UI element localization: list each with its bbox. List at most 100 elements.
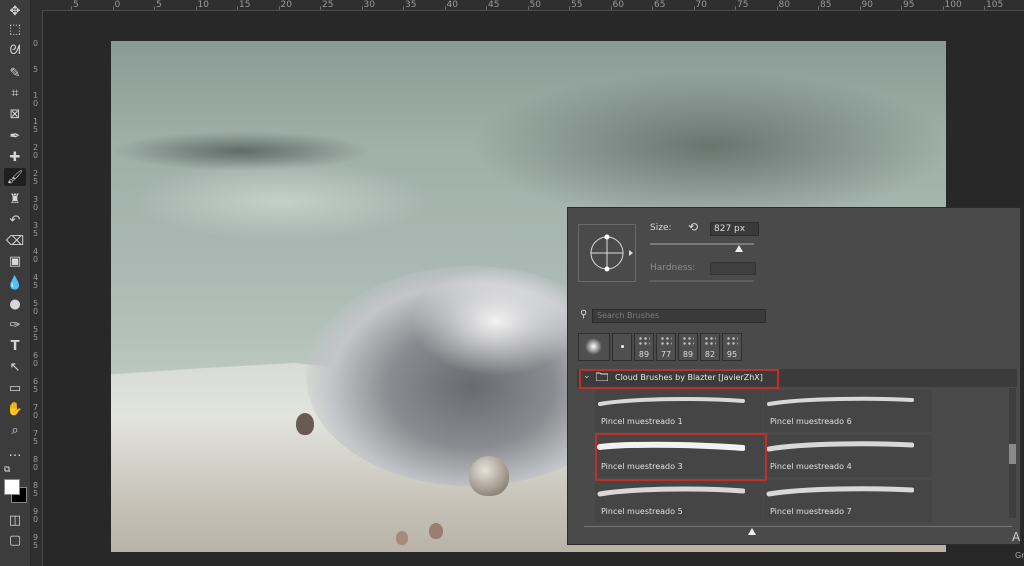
- ruler-tick: [278, 6, 280, 10]
- ruler-label: 10: [197, 0, 209, 10]
- ruler-tick: [652, 6, 653, 10]
- ruler-label: 35: [405, 0, 417, 10]
- ruler-label: 3 5: [33, 221, 39, 238]
- size-slider-thumb[interactable]: [735, 245, 744, 252]
- hand-tool-icon[interactable]: ✋: [4, 400, 26, 418]
- rectangle-tool-icon[interactable]: ▭: [4, 379, 26, 397]
- more-tools-icon[interactable]: …: [4, 443, 26, 461]
- ruler-label: 40: [446, 0, 458, 10]
- foreground-color-swatch[interactable]: [4, 479, 20, 495]
- brush-preset-item[interactable]: Pincel muestreado 5: [595, 480, 763, 522]
- path-selection-tool-icon[interactable]: ↖: [4, 358, 26, 376]
- eraser-tool-icon[interactable]: ⌫: [4, 232, 26, 250]
- recent-brushes: 89 77 89 82 95: [578, 333, 744, 361]
- recent-brush-soft-round[interactable]: [578, 333, 610, 361]
- ruler-label: 1 0: [33, 91, 39, 108]
- ruler-label: 95: [903, 0, 915, 10]
- pen-tool-icon[interactable]: ✑: [4, 316, 26, 334]
- default-colors-icon[interactable]: ⧉: [4, 465, 14, 475]
- recent-brush[interactable]: 77: [656, 333, 676, 361]
- scrollbar-thumb[interactable]: [1009, 444, 1016, 464]
- ruler-label: 2 0: [33, 143, 39, 160]
- ruler-label: 90: [861, 0, 873, 10]
- brush-preset-picker: Size: ⟲ 827 px Hardness: ⚲ Search Brushe…: [567, 207, 1021, 545]
- hardness-label: Hardness:: [650, 263, 696, 273]
- ruler-tick: [610, 6, 612, 10]
- marquee-tool-icon[interactable]: ⬚: [4, 20, 26, 38]
- search-brushes-input[interactable]: Search Brushes: [592, 309, 766, 323]
- hardness-slider[interactable]: [650, 280, 754, 282]
- preview-size-slider-thumb[interactable]: [748, 528, 756, 535]
- ruler-tick: [569, 6, 570, 10]
- clone-stamp-tool-icon[interactable]: ♜: [4, 190, 26, 208]
- ruler-label: 8 0: [33, 455, 39, 472]
- ruler-tick: [71, 6, 72, 10]
- zoom-tool-icon[interactable]: ⌕: [4, 421, 26, 439]
- ruler-label: 0: [33, 39, 39, 48]
- recent-brush[interactable]: 89: [678, 333, 698, 361]
- ruler-tick: [403, 6, 404, 10]
- quick-mask-icon[interactable]: ◫: [4, 511, 26, 529]
- ruler-label: 45: [488, 0, 500, 10]
- recent-brush[interactable]: 95: [722, 333, 742, 361]
- crop-tool-icon[interactable]: ⌗: [4, 84, 26, 102]
- ruler-label: 7 5: [33, 429, 39, 446]
- brush-name: Pincel muestreado 5: [601, 507, 683, 516]
- brush-preset-item[interactable]: Pincel muestreado 4: [764, 435, 932, 477]
- ruler-label: 9 5: [33, 533, 39, 550]
- gradient-tool-icon[interactable]: ▣: [4, 252, 26, 270]
- brush-name: Pincel muestreado 6: [770, 417, 852, 426]
- hot-air-balloon: [469, 456, 509, 496]
- brush-preset-item[interactable]: Pincel muestreado 6: [764, 390, 932, 432]
- blur-tool-icon[interactable]: 💧: [4, 274, 26, 292]
- ruler-label: 5: [33, 65, 39, 74]
- vertical-ruler: 0 5 1 0 1 5 2 0 2 5 3 0 3 5 4 0 4 5 5 0 5 5 6 0 6 5 7 …: [31, 10, 43, 566]
- search-icon: ⚲: [580, 309, 588, 320]
- hardness-input[interactable]: [710, 262, 756, 275]
- highlight-box: [579, 369, 779, 389]
- history-brush-tool-icon[interactable]: ↶: [4, 211, 26, 229]
- type-tool-icon[interactable]: T: [4, 337, 26, 355]
- ruler-label: 9 0: [33, 507, 39, 524]
- ruler-label: 4 0: [33, 247, 39, 264]
- ruler-label: 5 5: [33, 325, 39, 342]
- healing-brush-tool-icon[interactable]: ✚: [4, 148, 26, 166]
- ruler-tick: [195, 6, 197, 10]
- ruler-label: 2 5: [33, 169, 39, 186]
- ruler-label: 60: [612, 0, 624, 10]
- ruler-tick: [361, 6, 363, 10]
- frame-tool-icon[interactable]: ⊠: [4, 105, 26, 123]
- ruler-tick: [486, 6, 487, 10]
- ruler-label: 55: [571, 0, 583, 10]
- ruler-tick: [154, 6, 155, 10]
- ruler-tick: [693, 6, 695, 10]
- lasso-tool-icon[interactable]: ᘛ: [4, 41, 26, 59]
- dodge-tool-icon[interactable]: ●: [4, 295, 26, 313]
- ruler-label: 6 0: [33, 351, 39, 368]
- ruler-label: 30: [363, 0, 375, 10]
- ruler-label: 85: [820, 0, 832, 10]
- brush-angle-preview[interactable]: [578, 224, 636, 282]
- brush-preset-item[interactable]: Pincel muestreado 7: [764, 480, 932, 522]
- ruler-tick: [527, 6, 529, 10]
- recent-brush[interactable]: 89: [634, 333, 654, 361]
- preview-size-slider[interactable]: [584, 526, 1012, 527]
- eyedropper-tool-icon[interactable]: ✒: [4, 127, 26, 145]
- reset-size-icon[interactable]: ⟲: [688, 220, 698, 234]
- smoke-cloud-highlight: [411, 266, 581, 376]
- recent-brush[interactable]: 82: [700, 333, 720, 361]
- ruler-label: 0: [114, 0, 121, 10]
- screen-mode-icon[interactable]: ▢: [4, 531, 26, 549]
- move-tool-icon[interactable]: ✥: [4, 2, 26, 20]
- recent-brush-hard-round[interactable]: [612, 333, 632, 361]
- ruler-label: 25: [322, 0, 334, 10]
- hot-air-balloon: [429, 523, 443, 539]
- dark-cloud: [471, 71, 946, 221]
- quick-selection-tool-icon[interactable]: ✎: [4, 64, 26, 82]
- brush-angle-icon: [590, 234, 633, 272]
- brush-preset-item[interactable]: Pincel muestreado 1: [595, 390, 763, 432]
- brush-name: Pincel muestreado 4: [770, 462, 852, 471]
- hot-air-balloon: [396, 531, 408, 545]
- brush-tool-icon[interactable]: 🖌: [4, 168, 26, 186]
- size-input[interactable]: 827 px: [710, 222, 759, 236]
